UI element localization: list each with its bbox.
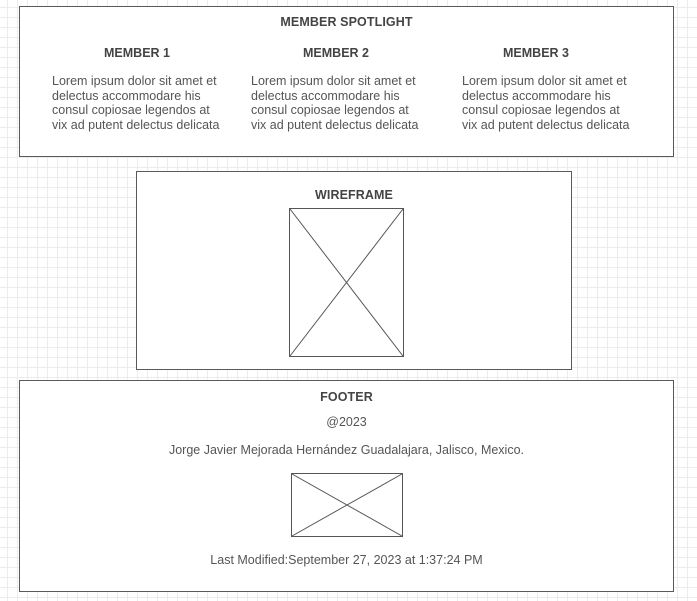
member-spotlight-title: MEMBER SPOTLIGHT <box>280 15 413 29</box>
footer-author-line: Jorge Javier Mejorada Hernández Guadalaj… <box>168 443 525 457</box>
wireframe-section: WIREFRAME <box>136 171 572 370</box>
footer-section: FOOTER @2023 Jorge Javier Mejorada Herná… <box>19 380 674 592</box>
footer-last-modified: Last Modified:September 27, 2023 at 1:37… <box>210 553 483 567</box>
member-1-text: Lorem ipsum dolor sit amet et delectus a… <box>52 74 220 132</box>
member-spotlight-section: MEMBER SPOTLIGHT MEMBER 1 Lorem ipsum do… <box>19 6 674 157</box>
footer-title: FOOTER <box>320 390 373 404</box>
image-placeholder-icon <box>291 473 403 537</box>
footer-year: @2023 <box>326 415 367 429</box>
wireframe-title: WIREFRAME <box>315 188 393 202</box>
member-3-title: MEMBER 3 <box>503 46 569 60</box>
member-3-text: Lorem ipsum dolor sit amet et delectus a… <box>462 74 630 132</box>
member-2-title: MEMBER 2 <box>303 46 369 60</box>
member-1-title: MEMBER 1 <box>104 46 170 60</box>
member-2-text: Lorem ipsum dolor sit amet et delectus a… <box>251 74 419 132</box>
image-placeholder-icon <box>289 208 404 357</box>
